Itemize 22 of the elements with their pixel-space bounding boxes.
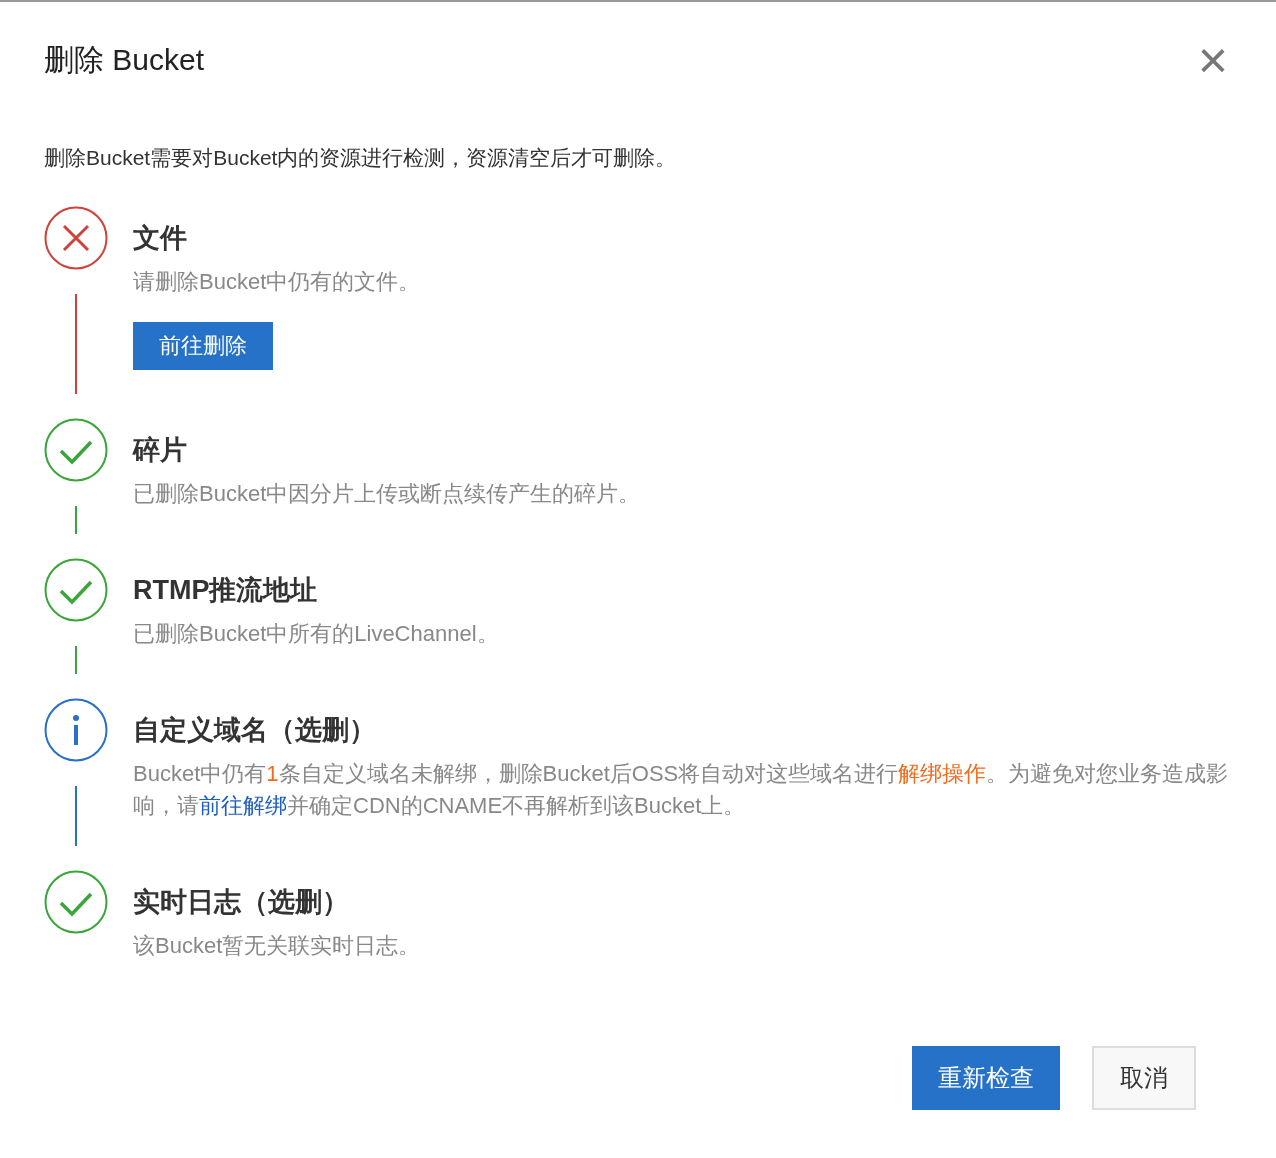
go-delete-button[interactable]: 前往删除 xyxy=(133,322,273,370)
step-title: 文件 xyxy=(133,222,188,255)
intro-text: 删除Bucket需要对Bucket内的资源进行检测，资源清空后才可删除。 xyxy=(44,145,678,171)
check-circle-icon xyxy=(44,418,108,482)
step-description: Bucket中仍有1条自定义域名未解绑，删除Bucket后OSS将自动对这些域名进行解绑操作。为避免对您业务造成影响，请前往解绑并确定CDN的CNAME不再解析到该Bucket上。 xyxy=(133,760,1230,820)
check-circle-icon xyxy=(44,870,108,934)
dialog-title: 删除 Bucket xyxy=(44,41,205,78)
recheck-button[interactable]: 重新检查 xyxy=(912,1046,1060,1110)
step-description: 已删除Bucket中所有的LiveChannel。 xyxy=(133,620,500,648)
step-description: 已删除Bucket中因分片上传或断点续传产生的碎片。 xyxy=(133,480,642,508)
unbind-link[interactable]: 前往解绑 xyxy=(199,793,287,818)
step-description: 该Bucket暂无关联实时日志。 xyxy=(133,932,422,960)
cross-circle-icon xyxy=(44,206,108,270)
check-circle-icon xyxy=(44,558,108,622)
info-circle-icon xyxy=(44,698,108,762)
step-description: 请删除Bucket中仍有的文件。 xyxy=(133,268,422,296)
step-title: 自定义域名（选删） xyxy=(133,714,377,747)
close-button[interactable]: × xyxy=(1197,38,1228,82)
step-title: 实时日志（选删） xyxy=(133,886,350,919)
step-title: RTMP推流地址 xyxy=(133,574,319,607)
step-title: 碎片 xyxy=(133,434,188,467)
cancel-button[interactable]: 取消 xyxy=(1092,1046,1196,1110)
